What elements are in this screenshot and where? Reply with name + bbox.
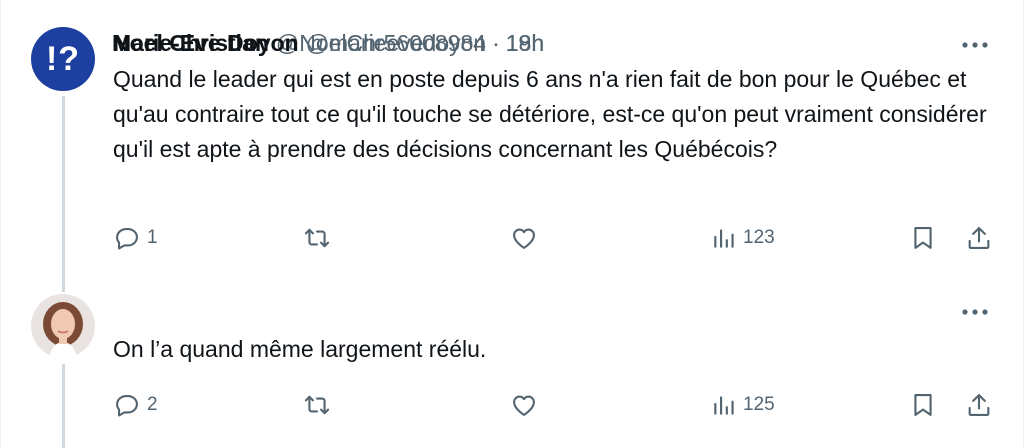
more-icon <box>962 42 988 48</box>
more-icon <box>962 309 988 315</box>
bookmark-button[interactable] <box>909 220 937 256</box>
tweet-text: On l’a quand même largement réélu. <box>113 336 487 362</box>
action-bar: 2 125 <box>113 387 997 423</box>
like-icon <box>513 395 535 416</box>
share-button[interactable] <box>965 387 993 423</box>
thread-connector-line <box>62 364 65 448</box>
views-icon <box>714 229 734 248</box>
retweet-icon <box>304 395 330 415</box>
bookmark-icon <box>914 394 932 416</box>
separator-dot: · <box>492 29 500 56</box>
like-icon <box>513 228 535 249</box>
views-count: 123 <box>743 227 775 248</box>
action-bar: 1 123 <box>113 220 997 256</box>
views-button[interactable]: 123 <box>711 220 775 256</box>
timestamp[interactable]: 18h <box>506 30 544 57</box>
share-button[interactable] <box>965 220 993 256</box>
reply-icon <box>116 227 138 250</box>
author-handle[interactable]: @marieevedoyon <box>306 30 487 57</box>
reply-count: 2 <box>147 394 158 415</box>
views-icon <box>714 396 734 415</box>
tweet-header: Marie-Eve Doyon @marieevedoyon · 18h <box>112 28 544 58</box>
views-button[interactable]: 125 <box>711 387 775 423</box>
retweet-icon <box>304 228 330 248</box>
like-button[interactable] <box>510 387 538 423</box>
author-display-name[interactable]: Marie-Eve Doyon <box>112 30 299 57</box>
views-count: 125 <box>743 394 775 415</box>
tweet[interactable]: Marie-Eve Doyon @marieevedoyon · 18h On … <box>1 30 1024 448</box>
like-button[interactable] <box>510 220 538 256</box>
avatar[interactable] <box>31 294 95 358</box>
bookmark-icon <box>914 227 932 249</box>
tweet-text: Quand le leader qui est en poste depuis … <box>113 66 987 162</box>
more-options-button[interactable] <box>957 300 993 324</box>
reply-button[interactable]: 1 <box>113 220 158 256</box>
share-icon <box>968 227 990 249</box>
conversation-thread: !? Noel Christian @NoelChr56008984 · 19h… <box>0 0 1024 448</box>
avatar-badge: !? <box>45 39 81 78</box>
retweet-button[interactable] <box>303 387 331 423</box>
reply-count: 1 <box>147 227 158 248</box>
profile-photo-icon <box>31 294 95 358</box>
bookmark-button[interactable] <box>909 387 937 423</box>
reply-button[interactable]: 2 <box>113 387 158 423</box>
more-options-button[interactable] <box>957 33 993 57</box>
share-icon <box>968 394 990 416</box>
avatar[interactable]: !? <box>31 27 95 91</box>
reply-icon <box>116 394 138 417</box>
thread-connector-line <box>62 96 65 292</box>
retweet-button[interactable] <box>303 220 331 256</box>
